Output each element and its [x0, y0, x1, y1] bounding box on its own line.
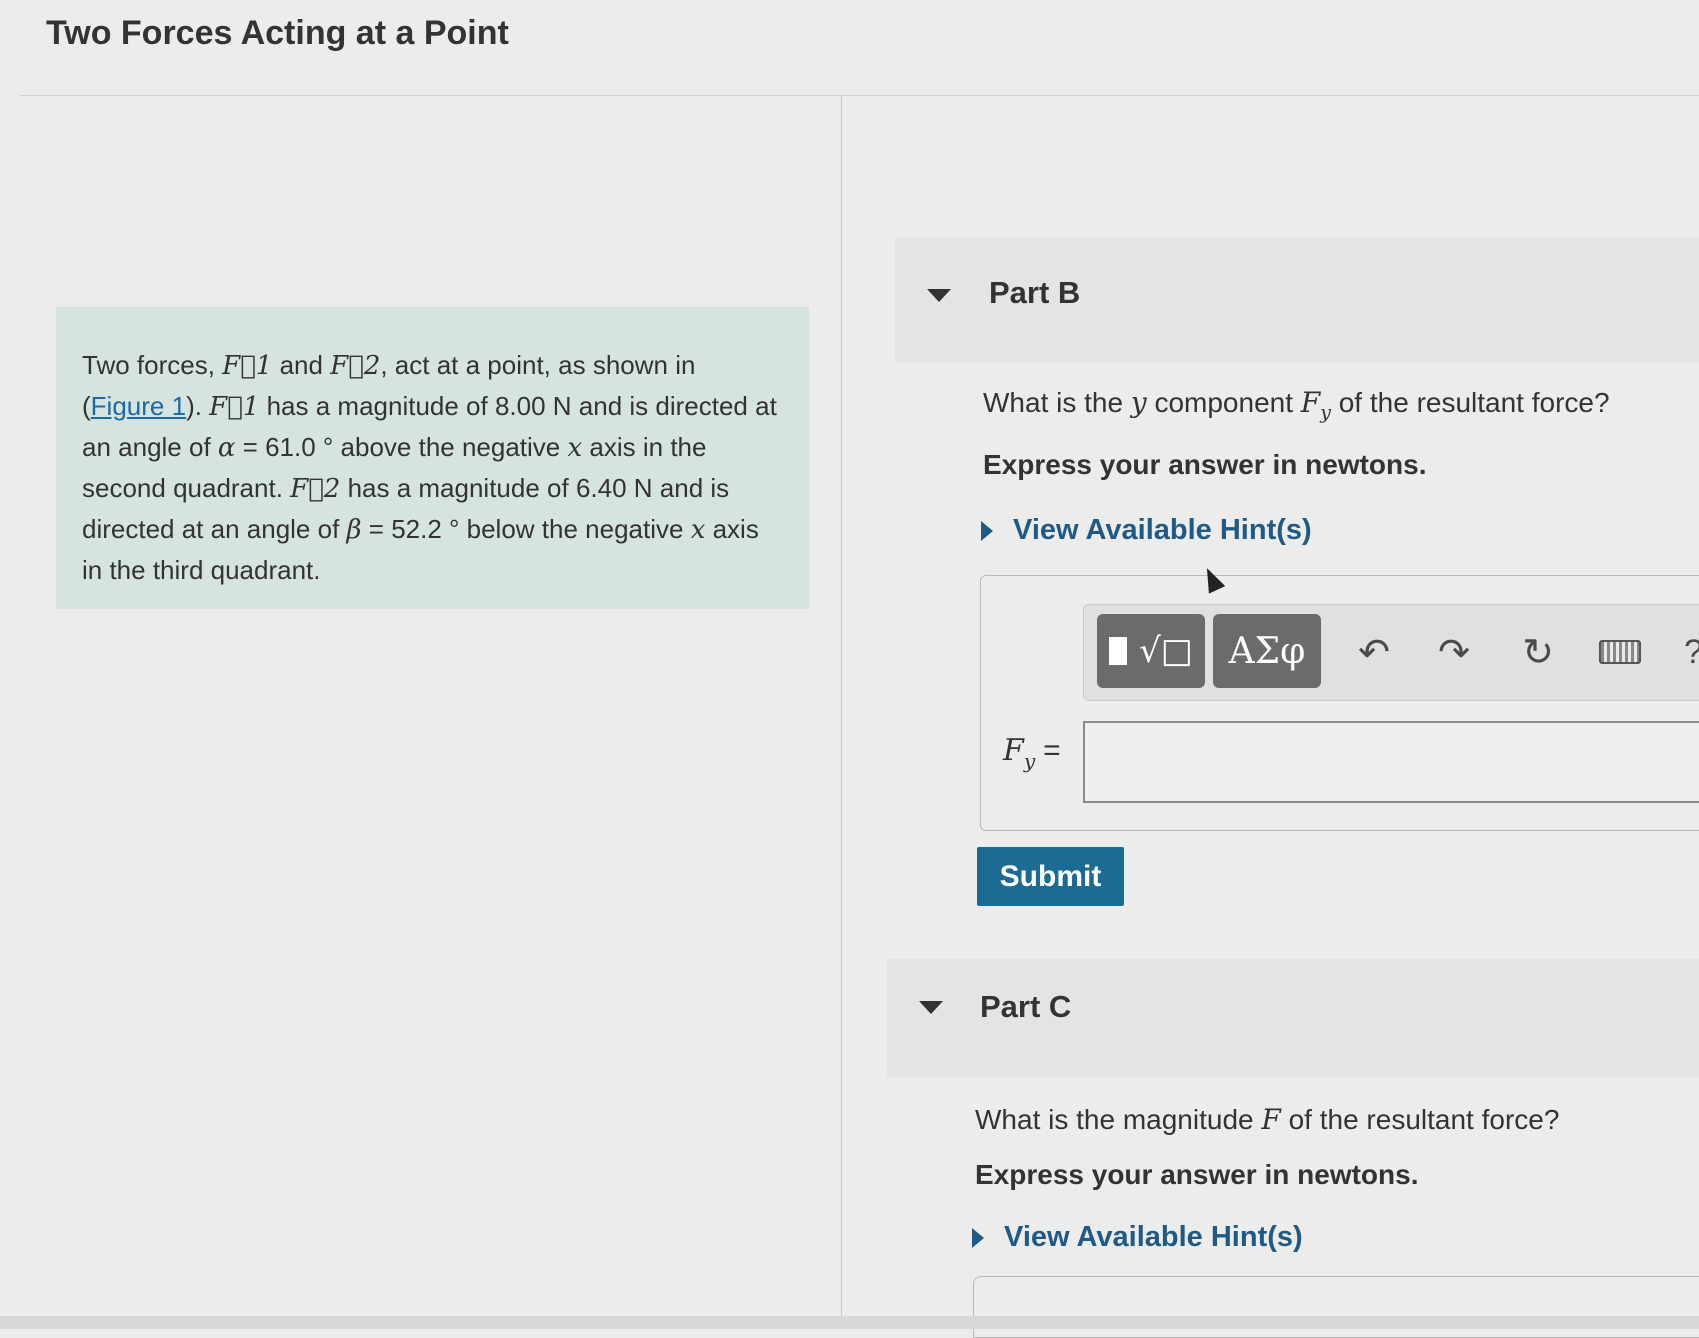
hint-label: View Available Hint(s)	[1004, 1221, 1303, 1253]
problem-intro: Two forces, F⃗1 and F⃗2, act at a point,…	[56, 307, 809, 609]
intro-text: = 52.2 ° below the negative	[361, 514, 691, 544]
fy-answer-input[interactable]	[1083, 721, 1699, 803]
part-c-label: Part C	[980, 989, 1072, 1024]
x-symbol: x	[567, 433, 583, 463]
intro-text: Two forces,	[82, 350, 223, 380]
force-symbol: F	[1300, 386, 1321, 419]
question-text: of the resultant force?	[1280, 1104, 1560, 1135]
part-b-instruction: Express your answer in newtons.	[983, 449, 1427, 480]
page-title: Two Forces Acting at a Point	[46, 14, 509, 52]
force-f2-symbol: F⃗2	[330, 351, 381, 381]
force-f2-symbol: F⃗2	[290, 474, 341, 504]
column-divider	[841, 96, 842, 1329]
part-b-label: Part B	[989, 275, 1081, 310]
force-symbol: F	[1261, 1103, 1281, 1136]
keyboard-button[interactable]	[1590, 625, 1650, 679]
force-f1-symbol: F⃗1	[222, 351, 273, 381]
alpha-symbol: α	[217, 433, 236, 463]
part-c-instruction: Express your answer in newtons.	[975, 1159, 1419, 1190]
square-icon	[1109, 637, 1128, 665]
templates-button[interactable]: √□	[1097, 614, 1205, 688]
beta-symbol: β	[346, 515, 362, 545]
sqrt-template-icon: √□	[1139, 631, 1193, 671]
math-toolbar: √□ ΑΣφ ↶ ↷ ↻ ?	[1083, 604, 1699, 701]
question-text: What is the	[983, 387, 1131, 418]
force-f1-symbol: F⃗1	[209, 392, 260, 422]
hint-label: View Available Hint(s)	[1013, 514, 1312, 546]
answer-label-subscript: y	[1023, 749, 1036, 773]
collapse-caret-icon[interactable]	[919, 1001, 943, 1014]
expand-triangle-icon	[981, 521, 993, 542]
reset-icon[interactable]: ↻	[1511, 625, 1565, 679]
submit-button[interactable]: Submit	[977, 847, 1124, 906]
title-divider	[20, 95, 1699, 96]
x-symbol: x	[690, 515, 706, 545]
part-c-hint-toggle[interactable]: View Available Hint(s)	[972, 1221, 1303, 1254]
symbols-button[interactable]: ΑΣφ	[1213, 614, 1321, 688]
equals-sign: =	[1043, 734, 1061, 767]
intro-text: and	[272, 350, 331, 380]
answer-label: Fy =	[1003, 733, 1061, 773]
part-b-header[interactable]: Part B	[895, 237, 1699, 362]
question-text: component	[1146, 387, 1301, 418]
expand-triangle-icon	[972, 1228, 984, 1249]
part-c-question: What is the magnitude F of the resultant…	[975, 1103, 1559, 1136]
figure-link[interactable]: Figure 1	[91, 391, 186, 421]
intro-text: ).	[186, 391, 210, 421]
keyboard-icon	[1599, 640, 1641, 664]
help-icon[interactable]: ?	[1684, 633, 1699, 672]
part-b-question: What is the y component Fy of the result…	[983, 386, 1610, 424]
part-b-hint-toggle[interactable]: View Available Hint(s)	[981, 514, 1312, 547]
part-c-header[interactable]: Part C	[887, 959, 1699, 1077]
answer-label-symbol: F	[1003, 733, 1024, 768]
collapse-caret-icon[interactable]	[927, 289, 951, 302]
force-subscript: y	[1320, 401, 1331, 424]
intro-text: = 61.0 ° above the negative	[235, 432, 568, 462]
bottom-bar	[0, 1316, 1699, 1329]
redo-icon[interactable]: ↷	[1427, 625, 1481, 679]
y-symbol: y	[1130, 386, 1147, 419]
question-text: What is the magnitude	[975, 1104, 1262, 1135]
question-text: of the resultant force?	[1330, 387, 1610, 418]
undo-icon[interactable]: ↶	[1347, 625, 1401, 679]
